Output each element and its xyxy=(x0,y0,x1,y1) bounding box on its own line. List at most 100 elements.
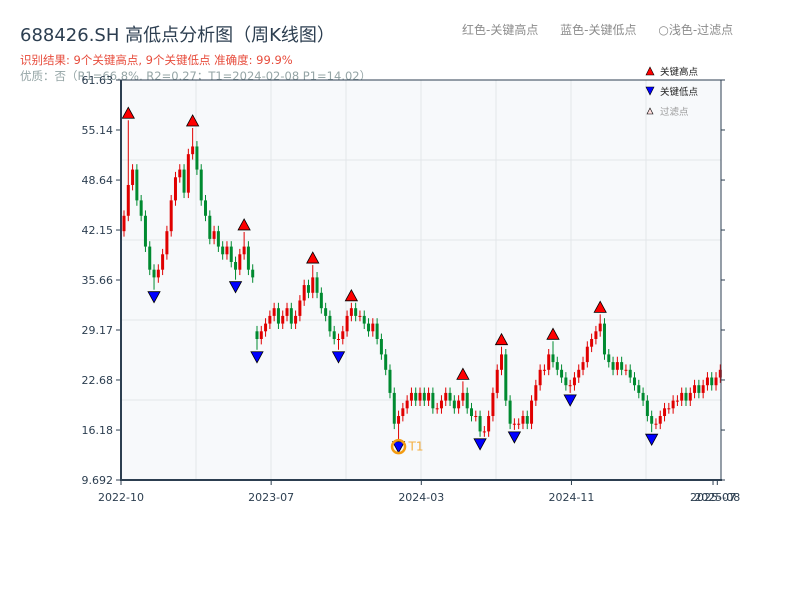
y-tick-label: 16.18 xyxy=(82,424,114,437)
candle-down xyxy=(320,293,323,308)
candle-down xyxy=(148,247,151,270)
candle-up xyxy=(715,378,718,386)
candle-up xyxy=(191,146,194,154)
candle-down xyxy=(251,270,254,278)
candle-up xyxy=(225,247,228,255)
candle-up xyxy=(401,408,404,416)
candle-up xyxy=(436,408,439,409)
candle-down xyxy=(144,216,147,247)
candle-down xyxy=(697,385,700,393)
candle-down xyxy=(612,362,615,370)
candle-up xyxy=(170,200,173,231)
candle-down xyxy=(140,200,143,215)
candle-down xyxy=(504,354,507,400)
candle-down xyxy=(684,393,687,401)
candle-up xyxy=(496,370,499,393)
candle-up xyxy=(123,216,126,231)
candle-down xyxy=(380,339,383,354)
t1-label: T1 xyxy=(408,440,424,454)
y-tick-label: 61.63 xyxy=(82,74,114,87)
candle-up xyxy=(358,316,361,317)
candle-down xyxy=(333,331,336,339)
candle-down xyxy=(650,416,653,424)
y-tick-label: 22.68 xyxy=(82,374,114,387)
candle-up xyxy=(676,401,679,402)
candle-up xyxy=(127,185,130,216)
candle-up xyxy=(577,370,580,378)
candle-up xyxy=(440,401,443,409)
candle-down xyxy=(195,146,198,169)
x-tick-label: 2023-07 xyxy=(248,491,294,504)
candle-down xyxy=(234,262,237,270)
candle-down xyxy=(183,170,186,193)
candle-up xyxy=(444,393,447,401)
candle-down xyxy=(414,393,417,401)
candle-down xyxy=(470,408,473,416)
candle-up xyxy=(616,362,619,370)
candle-up xyxy=(281,316,284,324)
candle-down xyxy=(307,285,310,293)
y-tick-label: 55.14 xyxy=(82,124,114,137)
candle-up xyxy=(427,393,430,401)
candle-down xyxy=(509,401,512,424)
candle-down xyxy=(449,393,452,401)
candle-down xyxy=(564,378,567,386)
legend-filtered-label: 过滤点 xyxy=(660,106,689,118)
candle-up xyxy=(294,316,297,324)
candle-down xyxy=(153,270,156,278)
candle-up xyxy=(260,331,263,339)
candle-up xyxy=(298,300,301,315)
candle-up xyxy=(539,370,542,385)
candle-down xyxy=(603,324,606,355)
candle-down xyxy=(247,247,250,270)
candle-up xyxy=(599,324,602,332)
candle-up xyxy=(594,331,597,339)
candle-up xyxy=(573,378,576,386)
candle-down xyxy=(710,378,713,386)
candle-up xyxy=(483,431,486,432)
candle-up xyxy=(161,254,164,269)
y-tick-label: 42.15 xyxy=(82,224,114,237)
candle-down xyxy=(431,393,434,408)
candle-down xyxy=(393,393,396,424)
candle-down xyxy=(388,370,391,393)
candle-up xyxy=(586,347,589,362)
candle-down xyxy=(384,354,387,369)
candle-up xyxy=(582,362,585,370)
candle-up xyxy=(268,316,271,324)
y-tick-label: 9.692 xyxy=(82,474,114,487)
candle-up xyxy=(238,254,241,269)
candle-up xyxy=(174,177,177,200)
candle-up xyxy=(702,385,705,393)
candle-down xyxy=(560,370,563,378)
candle-up xyxy=(165,231,168,254)
candle-down xyxy=(423,393,426,401)
candle-up xyxy=(663,408,666,416)
candle-up xyxy=(667,408,670,409)
candle-down xyxy=(290,308,293,323)
candle-up xyxy=(659,416,662,424)
candle-up xyxy=(457,401,460,409)
candle-down xyxy=(363,316,366,324)
x-tick-label: 2022-10 xyxy=(98,491,144,504)
candle-down xyxy=(230,247,233,262)
candle-up xyxy=(371,324,374,332)
candle-up xyxy=(311,277,314,292)
candle-up xyxy=(569,385,572,386)
candle-down xyxy=(367,324,370,332)
candle-down xyxy=(328,316,331,331)
candle-up xyxy=(590,339,593,347)
candle-down xyxy=(552,354,555,362)
candle-up xyxy=(672,401,675,409)
candle-down xyxy=(208,216,211,239)
legend-high-label: 关键高点 xyxy=(660,66,699,78)
candle-down xyxy=(316,277,319,292)
candle-up xyxy=(397,416,400,424)
candle-up xyxy=(303,285,306,300)
candle-up xyxy=(680,393,683,401)
candle-up xyxy=(131,170,134,185)
y-tick-label: 48.64 xyxy=(82,174,114,187)
y-tick-label: 35.66 xyxy=(82,274,114,287)
candle-down xyxy=(629,370,632,378)
legend-low-label: 关键低点 xyxy=(660,86,699,98)
